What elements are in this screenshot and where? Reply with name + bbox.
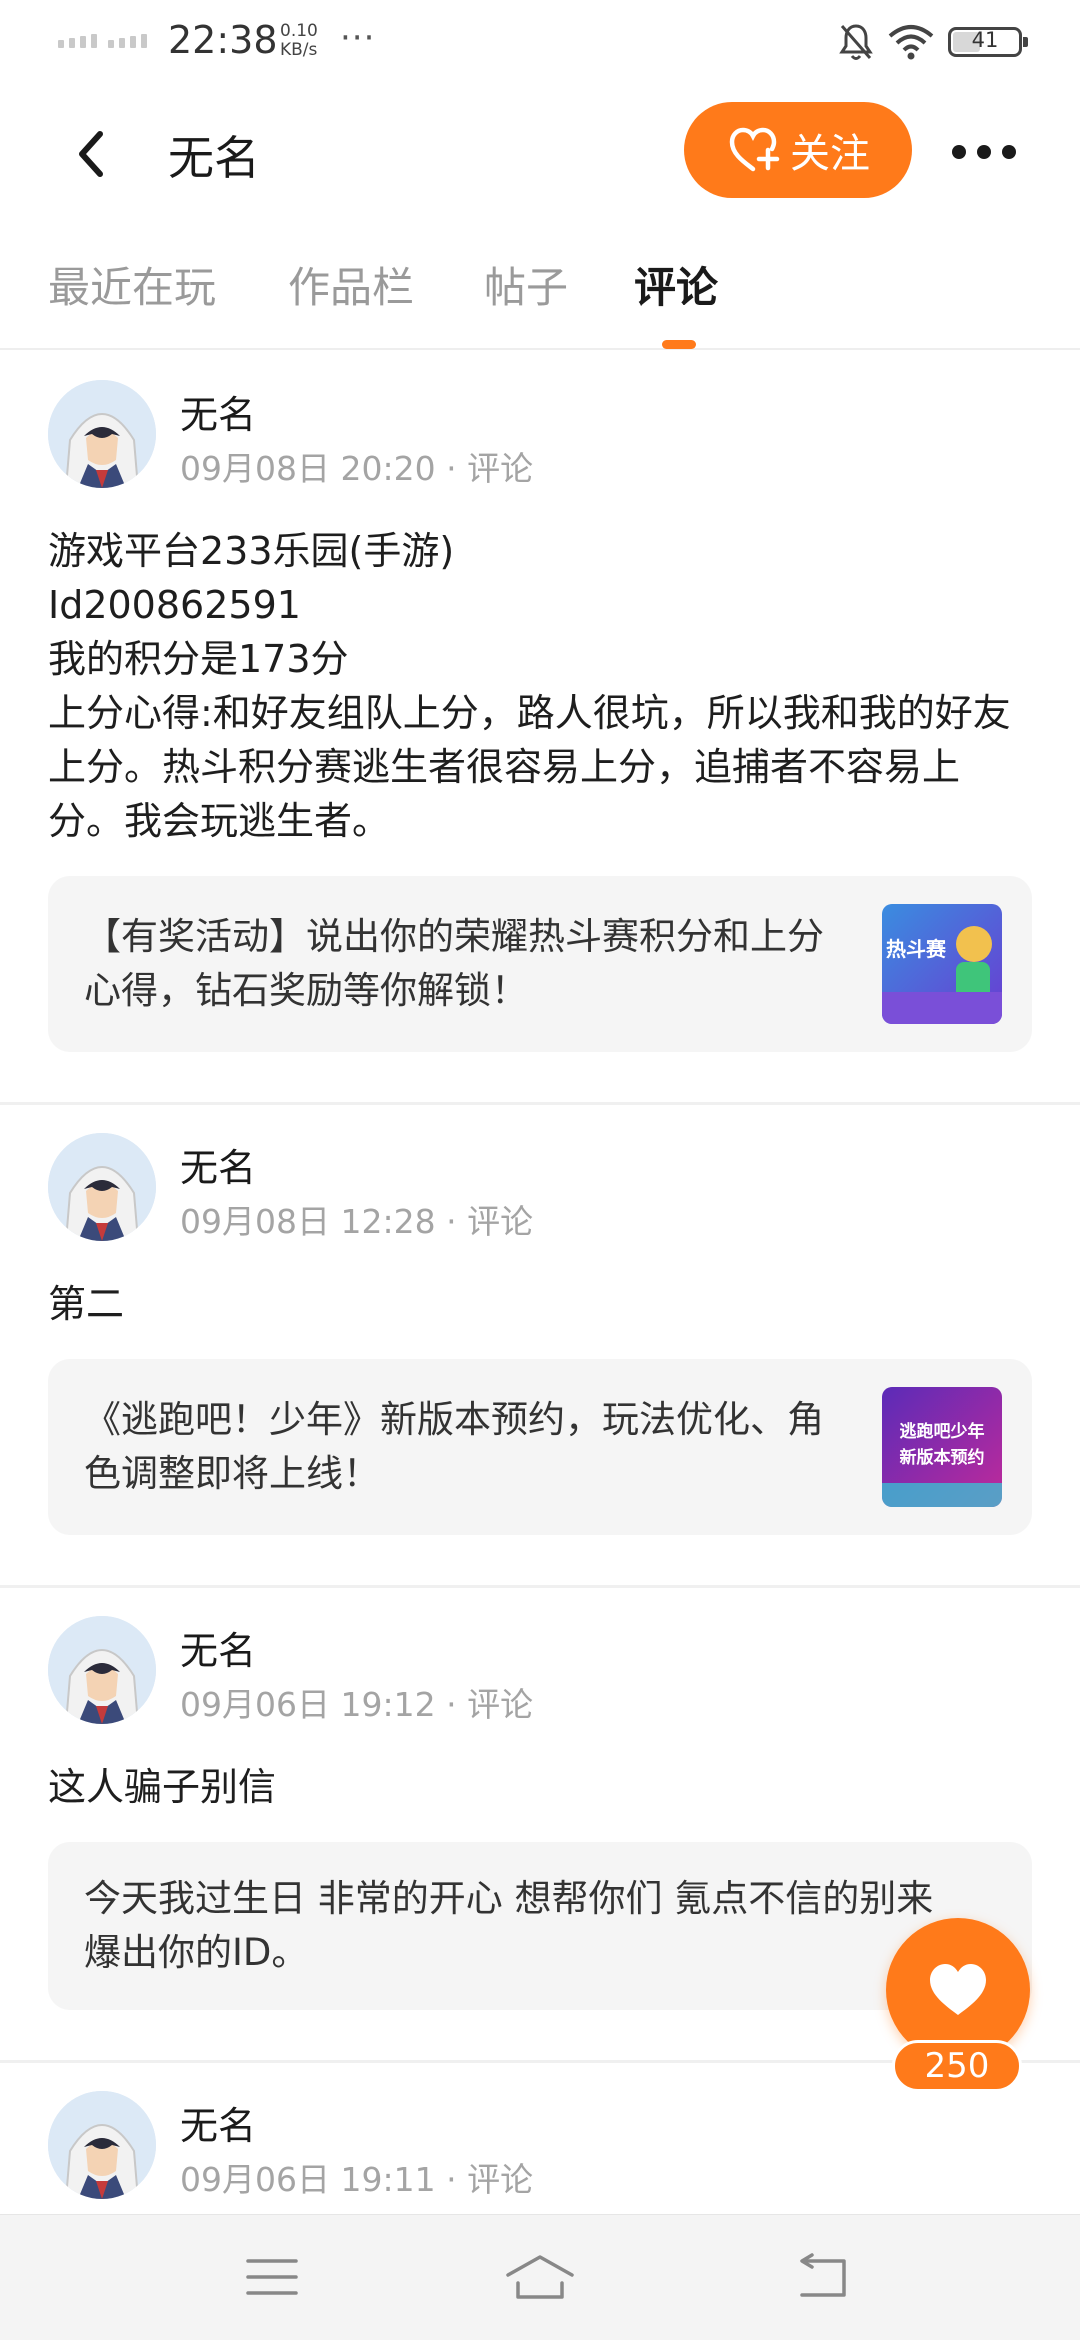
comment-date: 09月06日 19:11 <box>180 2160 436 2199</box>
meta-separator: · <box>446 1202 468 1241</box>
tab-works[interactable]: 作品栏 <box>288 254 414 315</box>
heart-plus-icon <box>729 127 780 172</box>
thumbnail-caption: 热斗赛 <box>886 937 947 961</box>
avatar[interactable] <box>48 1616 156 1724</box>
battery-level: 41 <box>971 28 999 52</box>
comment-date: 09月08日 12:28 <box>180 1202 436 1241</box>
follow-button[interactable]: 关注 <box>684 102 912 198</box>
username[interactable]: 无名 <box>180 1137 256 1192</box>
avatar[interactable] <box>48 380 156 488</box>
more-icon[interactable] <box>952 134 1016 170</box>
username[interactable]: 无名 <box>180 384 256 439</box>
comment-text: 游戏平台233乐园(手游) Id200862591 我的积分是173分 上分心得… <box>48 529 1011 843</box>
comment-type: 评论 <box>467 1202 534 1241</box>
comment-date: 09月06日 19:12 <box>180 1685 436 1724</box>
network-speed-value: 0.10 <box>280 21 318 41</box>
referenced-post-card[interactable]: 《逃跑吧！少年》新版本预约，玩法优化、角色调整即将上线！ 逃跑吧少年 新版本预约 <box>48 1359 1032 1535</box>
thumbnail-caption-line1: 逃跑吧少年 <box>900 1421 985 1442</box>
comment-type: 评论 <box>467 1685 534 1724</box>
network-speed-unit: KB/s <box>280 40 318 60</box>
tab-recently-played[interactable]: 最近在玩 <box>48 254 216 315</box>
profile-header: 无名 关注 <box>0 84 1080 224</box>
comment-meta: 09月06日 19:12 · 评论 <box>180 1678 533 1726</box>
tab-posts[interactable]: 帖子 <box>484 254 568 315</box>
signal-icon <box>58 34 147 48</box>
thumbnail-caption-line2: 新版本预约 <box>900 1447 985 1468</box>
referenced-post-title: 《逃跑吧！少年》新版本预约，玩法优化、角色调整即将上线！ <box>84 1398 824 1495</box>
heart-icon <box>930 1964 986 2015</box>
comment-date: 09月08日 20:20 <box>180 449 436 488</box>
tab-comments[interactable]: 评论 <box>634 254 718 315</box>
avatar[interactable] <box>48 1133 156 1241</box>
comment-type: 评论 <box>467 2160 534 2199</box>
status-more-dots: ··· <box>340 18 376 58</box>
comment-meta: 09月08日 20:20 · 评论 <box>180 442 533 490</box>
username[interactable]: 无名 <box>180 1620 256 1675</box>
back-nav-icon[interactable] <box>792 2253 852 2301</box>
referenced-post-thumbnail: 热斗赛 <box>882 904 1002 1024</box>
chevron-left-icon[interactable] <box>70 126 114 182</box>
meta-separator: · <box>446 449 468 488</box>
clock: 22:38 <box>168 18 278 62</box>
referenced-post-card[interactable]: 今天我过生日 非常的开心 想帮你们 氪点不信的别来 爆出你的ID。 <box>48 1842 1032 2010</box>
meta-separator: · <box>446 2160 468 2199</box>
home-icon[interactable] <box>504 2253 576 2301</box>
comment-text: 第二 <box>48 1282 125 1326</box>
comment-type: 评论 <box>467 449 534 488</box>
follow-label: 关注 <box>790 131 870 177</box>
comment-item[interactable]: 无名 09月08日 12:28 · 评论 第二 《逃跑吧！少年》新版本预约，玩法… <box>0 1105 1080 1588</box>
status-bar: 22:38 0.10 KB/s ··· 41 <box>0 0 1080 84</box>
network-speed: 0.10 KB/s <box>280 22 318 60</box>
username[interactable]: 无名 <box>180 2095 256 2150</box>
referenced-post-card[interactable]: 【有奖活动】说出你的荣耀热斗赛积分和上分心得，钻石奖励等你解锁！ 热斗赛 <box>48 876 1032 1052</box>
comment-text: 这人骗子别信 <box>48 1765 277 1809</box>
wifi-icon <box>888 25 934 60</box>
page-title: 无名 <box>168 131 260 185</box>
battery-icon: 41 <box>948 27 1028 57</box>
avatar[interactable] <box>48 2091 156 2199</box>
comment-meta: 09月08日 12:28 · 评论 <box>180 1195 533 1243</box>
system-navigation-bar <box>0 2214 1080 2340</box>
referenced-post-title: 今天我过生日 非常的开心 想帮你们 氪点不信的别来 爆出你的ID。 <box>84 1877 934 1974</box>
active-tab-indicator <box>662 340 696 349</box>
like-count-badge: 250 <box>892 2040 1022 2092</box>
meta-separator: · <box>446 1685 468 1724</box>
bell-off-icon <box>839 24 873 60</box>
profile-tabs: 最近在玩 作品栏 帖子 评论 <box>0 224 1080 350</box>
comment-meta: 09月06日 19:11 · 评论 <box>180 2153 533 2201</box>
comment-item[interactable]: 无名 09月08日 20:20 · 评论 游戏平台233乐园(手游) Id200… <box>0 352 1080 1105</box>
referenced-post-title: 【有奖活动】说出你的荣耀热斗赛积分和上分心得，钻石奖励等你解锁！ <box>84 915 824 1012</box>
referenced-post-thumbnail: 逃跑吧少年 新版本预约 <box>882 1387 1002 1507</box>
menu-icon[interactable] <box>244 2253 300 2301</box>
